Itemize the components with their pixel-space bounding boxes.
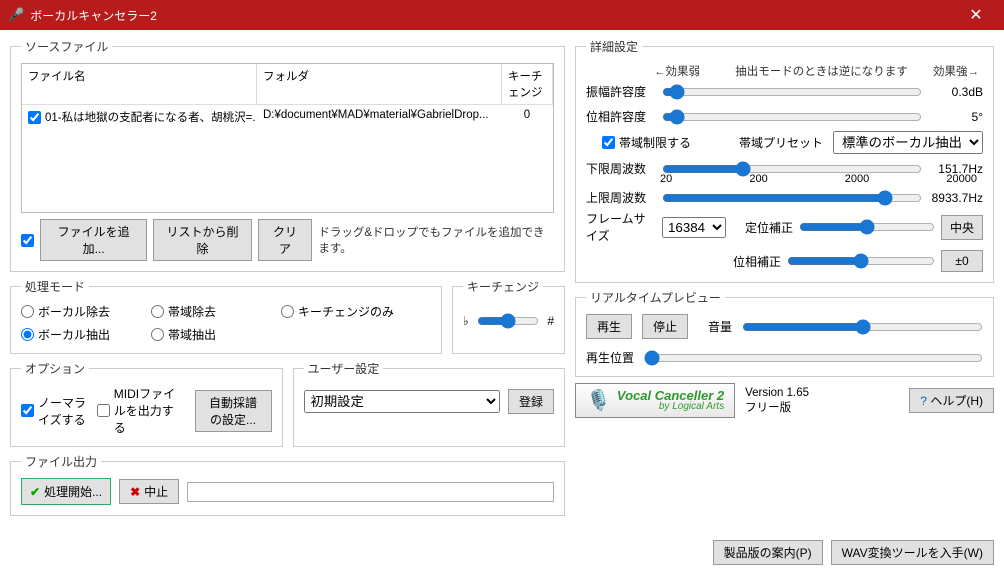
- register-button[interactable]: 登録: [508, 389, 554, 414]
- phase-zero-button[interactable]: ±0: [941, 250, 983, 272]
- mode-vocal-extract[interactable]: ボーカル抽出: [21, 326, 151, 343]
- phase-tol-slider[interactable]: [662, 109, 922, 125]
- sharp-label: #: [547, 314, 554, 328]
- key-change-legend: キーチェンジ: [463, 278, 543, 295]
- progress-bar: [187, 482, 554, 502]
- file-row-name: 01-私は地獄の支配者になる者、胡桃沢=...: [45, 109, 257, 125]
- file-output-legend: ファイル出力: [21, 453, 101, 470]
- options-legend: オプション: [21, 360, 89, 377]
- phase-corr-slider[interactable]: [787, 253, 935, 269]
- phase-tol-label: 位相許容度: [586, 108, 656, 125]
- process-mode-group: 処理モード ボーカル除去 帯域除去 キーチェンジのみ ボーカル抽出 帯域抽出: [10, 278, 442, 354]
- midi-output-checkbox[interactable]: MIDIファイルを出力する: [97, 385, 185, 436]
- drag-drop-hint: ドラッグ&ドロップでもファイルを追加できます。: [318, 224, 554, 256]
- volume-label: 音量: [708, 318, 732, 335]
- rt-stop-button[interactable]: 停止: [642, 314, 688, 339]
- mode-vocal-remove[interactable]: ボーカル除去: [21, 303, 151, 320]
- options-group: オプション ノーマライズする MIDIファイルを出力する 自動採譜の設定...: [10, 360, 283, 447]
- band-preset-label: 帯域プリセット: [739, 134, 823, 151]
- amp-slider[interactable]: [662, 84, 922, 100]
- user-settings-legend: ユーザー設定: [304, 360, 384, 377]
- high-freq-label: 上限周波数: [586, 189, 656, 206]
- source-file-legend: ソースファイル: [21, 38, 112, 55]
- process-mode-legend: 処理モード: [21, 278, 89, 295]
- realtime-preview-group: リアルタイムプレビュー 再生 停止 音量 再生位置: [575, 289, 994, 377]
- source-file-group: ソースファイル ファイル名 フォルダ キーチェンジ 01-私は地獄の支配者になる…: [10, 38, 565, 272]
- position-label: 再生位置: [586, 349, 634, 366]
- amp-value: 0.3dB: [928, 85, 983, 99]
- file-output-group: ファイル出力 ✔処理開始... ✖中止: [10, 453, 565, 516]
- product-guide-button[interactable]: 製品版の案内(P): [713, 540, 823, 565]
- version-box: Version 1.65 フリー版: [745, 386, 809, 416]
- flat-label: ♭: [463, 314, 469, 328]
- key-change-slider[interactable]: [477, 313, 540, 329]
- frame-size-label: フレームサイズ: [586, 210, 656, 244]
- center-button[interactable]: 中央: [941, 215, 983, 240]
- detail-settings-group: 詳細設定 ←効果弱 抽出モードのときは逆になります 効果強→ 振幅許容度 0.3…: [575, 38, 994, 283]
- wav-tool-button[interactable]: WAV変換ツールを入手(W): [831, 540, 994, 565]
- close-button[interactable]: ✕: [956, 5, 996, 25]
- effect-hint: ←効果弱 抽出モードのときは逆になります 効果強→: [586, 63, 983, 79]
- edition-text: フリー版: [745, 401, 809, 416]
- app-icon: 🎤: [8, 7, 24, 23]
- high-freq-value: 8933.7Hz: [928, 191, 983, 205]
- file-table-row[interactable]: 01-私は地獄の支配者になる者、胡桃沢=... D:¥document¥MAD¥…: [22, 105, 553, 131]
- title-bar: 🎤 ボーカルキャンセラー2 ✕: [0, 0, 1004, 30]
- logo-box: 🎙️ Vocal Canceller 2 by Logical Arts: [575, 383, 735, 418]
- file-row-folder: D:¥document¥MAD¥material¥GabrielDrop...: [257, 105, 502, 131]
- mode-band-extract[interactable]: 帯域抽出: [151, 326, 281, 343]
- window-title: ボーカルキャンセラー2: [30, 7, 956, 24]
- clear-button[interactable]: クリア: [258, 219, 313, 261]
- position-slider[interactable]: [644, 350, 983, 366]
- high-freq-slider[interactable]: [662, 190, 922, 206]
- detail-settings-legend: 詳細設定: [586, 38, 642, 55]
- stop-button[interactable]: ✖中止: [119, 479, 179, 504]
- frame-size-select[interactable]: 16384: [662, 217, 726, 238]
- col-folder[interactable]: フォルダ: [257, 64, 502, 104]
- auto-score-button[interactable]: 自動採譜の設定...: [195, 390, 272, 432]
- file-table[interactable]: ファイル名 フォルダ キーチェンジ 01-私は地獄の支配者になる者、胡桃沢=..…: [21, 63, 554, 213]
- start-button[interactable]: ✔処理開始...: [21, 478, 111, 505]
- loc-corr-slider[interactable]: [799, 219, 935, 235]
- play-button[interactable]: 再生: [586, 314, 632, 339]
- select-all-checkbox[interactable]: [21, 234, 34, 247]
- help-button[interactable]: ? ヘルプ(H): [909, 388, 994, 413]
- microphone-icon: 🎙️: [586, 388, 611, 413]
- user-preset-select[interactable]: 初期設定: [304, 390, 500, 413]
- low-freq-slider[interactable]: [662, 161, 922, 177]
- key-change-group: キーチェンジ ♭ #: [452, 278, 565, 354]
- volume-slider[interactable]: [742, 319, 983, 335]
- file-row-key: 0: [502, 105, 553, 131]
- remove-list-button[interactable]: リストから削除: [153, 219, 251, 261]
- user-settings-group: ユーザー設定 初期設定 登録: [293, 360, 566, 447]
- phase-corr-label: 位相補正: [586, 253, 781, 270]
- normalize-checkbox[interactable]: ノーマライズする: [21, 394, 87, 428]
- x-icon: ✖: [130, 485, 140, 499]
- amp-label: 振幅許容度: [586, 83, 656, 100]
- band-preset-select[interactable]: 標準のボーカル抽出: [833, 131, 983, 154]
- band-limit-checkbox[interactable]: 帯域制限する: [602, 134, 691, 151]
- add-file-button[interactable]: ファイルを追加...: [40, 219, 147, 261]
- file-table-header: ファイル名 フォルダ キーチェンジ: [22, 64, 553, 105]
- low-freq-label: 下限周波数: [586, 160, 656, 177]
- check-icon: ✔: [30, 485, 40, 499]
- logo-subtitle: by Logical Arts: [617, 402, 724, 412]
- col-filename[interactable]: ファイル名: [22, 64, 257, 104]
- loc-corr-label: 定位補正: [738, 219, 793, 236]
- realtime-preview-legend: リアルタイムプレビュー: [586, 289, 725, 306]
- file-row-checkbox[interactable]: [28, 111, 41, 124]
- version-text: Version 1.65: [745, 386, 809, 401]
- mode-band-remove[interactable]: 帯域除去: [151, 303, 281, 320]
- mode-key-only[interactable]: キーチェンジのみ: [281, 303, 431, 320]
- phase-tol-value: 5°: [928, 110, 983, 124]
- col-keychange[interactable]: キーチェンジ: [502, 64, 553, 104]
